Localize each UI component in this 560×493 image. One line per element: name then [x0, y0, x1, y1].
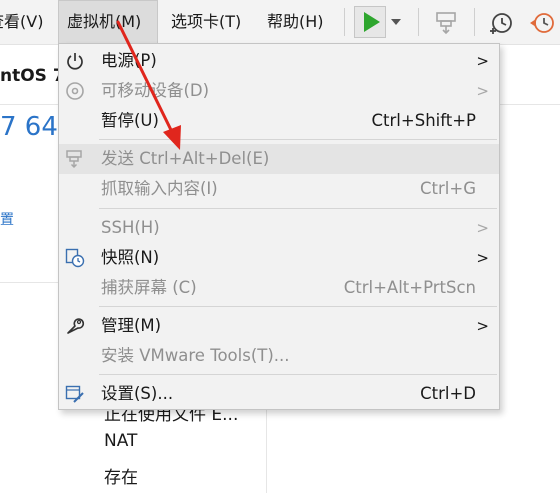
- submenu-arrow-icon: >: [476, 317, 489, 335]
- menu-separator: [99, 374, 497, 375]
- menu-item-grab-input[interactable]: 抓取输入内容(I) Ctrl+G: [59, 174, 499, 204]
- snapshot-icon: [488, 10, 514, 36]
- menu-separator: [99, 306, 497, 307]
- power-icon: [65, 51, 85, 71]
- submenu-arrow-icon: >: [476, 249, 489, 267]
- settings-link[interactable]: 置: [0, 209, 14, 229]
- revert-snapshot-icon: [528, 10, 560, 36]
- menu-item-label: 抓取输入内容(I): [101, 179, 218, 198]
- menu-tabs-label: 选项卡(T): [171, 12, 242, 31]
- menu-vm[interactable]: 虚拟机(M): [58, 0, 158, 44]
- menu-item-removable-devices[interactable]: 可移动设备(D) >: [59, 76, 499, 106]
- menu-item-label: 管理(M): [101, 316, 162, 335]
- menu-item-snapshot[interactable]: 快照(N) >: [59, 243, 499, 273]
- menu-item-pause[interactable]: 暂停(U) Ctrl+Shift+P: [59, 106, 499, 136]
- menu-item-label: 暂停(U): [101, 111, 159, 130]
- toolbar-separator: [344, 8, 345, 36]
- vm-menu-dropdown: 电源(P) > 可移动设备(D) > 暂停(U) Ctrl+Shift+P 发送…: [58, 43, 500, 410]
- menu-item-capture-screen[interactable]: 捕获屏幕 (C) Ctrl+Alt+PrtScn: [59, 273, 499, 303]
- menu-separator: [99, 208, 497, 209]
- send-keys-icon: [65, 149, 85, 169]
- device-row-usb: 存在: [104, 468, 138, 488]
- menu-item-label: 电源(P): [101, 51, 157, 70]
- menu-tabs[interactable]: 选项卡(T): [171, 0, 255, 44]
- menu-item-label: SSH(H): [101, 218, 160, 237]
- submenu-arrow-icon: >: [476, 52, 489, 70]
- menu-item-label: 设置(S)...: [101, 384, 174, 403]
- toolbar-separator: [474, 8, 475, 36]
- menu-item-label: 快照(N): [101, 248, 160, 267]
- menu-item-ssh[interactable]: SSH(H) >: [59, 213, 499, 243]
- menu-item-label: 可移动设备(D): [101, 81, 210, 100]
- revert-snapshot-button[interactable]: [528, 10, 560, 36]
- menu-item-send-ctrl-alt-del[interactable]: 发送 Ctrl+Alt+Del(E): [59, 144, 499, 174]
- menu-item-install-vmware-tools[interactable]: 安装 VMware Tools(T)...: [59, 341, 499, 371]
- menu-item-manage[interactable]: 管理(M) >: [59, 311, 499, 341]
- menu-item-label: 发送 Ctrl+Alt+Del(E): [101, 149, 270, 168]
- menu-help[interactable]: 帮助(H): [267, 0, 333, 44]
- menu-item-shortcut: Ctrl+G: [420, 179, 476, 198]
- play-button[interactable]: [354, 6, 386, 38]
- submenu-arrow-icon: >: [476, 219, 489, 237]
- play-dropdown-button[interactable]: [390, 18, 402, 26]
- wrench-icon: [65, 316, 85, 336]
- snapshot-icon: [65, 248, 85, 268]
- menu-item-label: 捕获屏幕 (C): [101, 278, 197, 297]
- submenu-arrow-icon: >: [476, 82, 489, 100]
- menu-help-label: 帮助(H): [267, 12, 324, 31]
- menu-item-power[interactable]: 电源(P) >: [59, 46, 499, 76]
- menu-item-settings[interactable]: 设置(S)... Ctrl+D: [59, 379, 499, 409]
- menu-bar: 查看(V) 虚拟机(M) 选项卡(T) 帮助(H): [0, 0, 560, 45]
- send-keys-button[interactable]: [434, 10, 460, 36]
- send-keys-icon: [434, 10, 460, 36]
- menu-view[interactable]: 查看(V): [0, 0, 56, 44]
- menu-item-label: 安装 VMware Tools(T)...: [101, 346, 290, 365]
- menu-item-shortcut: Ctrl+Alt+PrtScn: [343, 278, 476, 297]
- menu-view-label: 查看(V): [0, 12, 44, 31]
- menu-item-shortcut: Ctrl+D: [420, 384, 476, 403]
- settings-icon: [65, 384, 85, 404]
- chevron-down-icon: [390, 18, 402, 26]
- play-icon: [355, 7, 385, 37]
- toolbar-separator: [418, 8, 419, 36]
- menu-separator: [99, 139, 497, 140]
- device-row-network: NAT: [104, 431, 138, 451]
- vm-os-text: 7 64: [0, 112, 58, 142]
- vm-title: ntOS 7: [0, 66, 65, 86]
- menu-item-shortcut: Ctrl+Shift+P: [371, 111, 476, 130]
- disc-icon: [65, 81, 85, 101]
- menu-vm-label: 虚拟机(M): [67, 12, 142, 31]
- take-snapshot-button[interactable]: [488, 10, 514, 36]
